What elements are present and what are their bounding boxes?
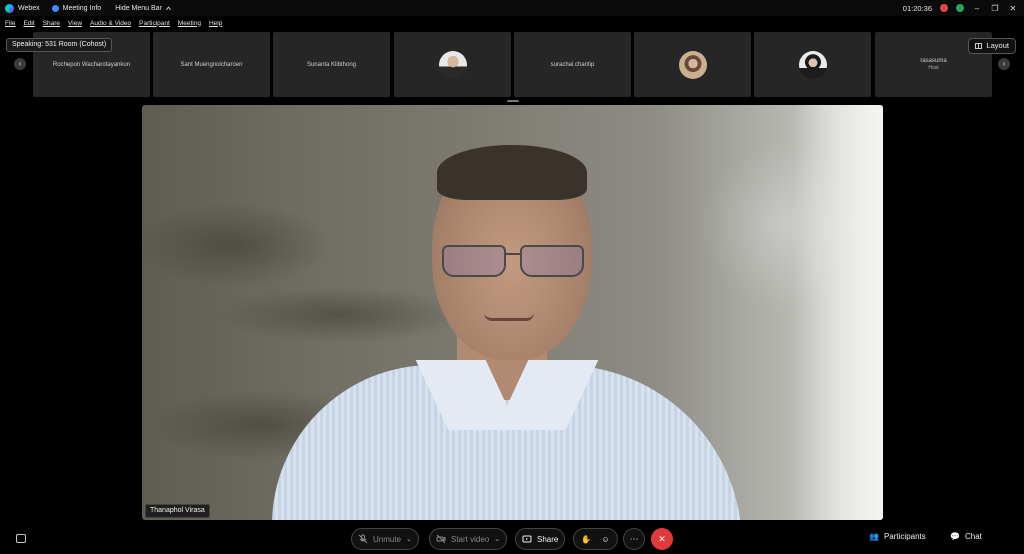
more-icon: ⋯: [629, 533, 639, 544]
window-light: [793, 105, 883, 520]
menu-edit[interactable]: Edit: [23, 20, 34, 27]
menu-share[interactable]: Share: [43, 20, 60, 27]
participant-avatar: [438, 50, 467, 79]
menu-file[interactable]: File: [5, 20, 15, 27]
app-name: Webex: [18, 4, 40, 12]
layout-icon: [975, 43, 983, 49]
menu-participant[interactable]: Participant: [139, 20, 170, 27]
participant-name: Sant Muengnoicharoen: [180, 61, 243, 68]
chevron-up-icon: [165, 5, 171, 10]
speaker-figure: [272, 145, 752, 520]
chat-button[interactable]: 💬 Chat: [950, 532, 982, 541]
share-button[interactable]: Share: [515, 528, 566, 550]
participant-avatar: [678, 50, 707, 79]
participant-tile[interactable]: [754, 32, 871, 97]
more-options-button[interactable]: ⋯: [623, 528, 645, 550]
strip-next-button[interactable]: ›: [998, 58, 1010, 70]
menu-view[interactable]: View: [68, 20, 82, 27]
participant-avatar: [798, 50, 827, 79]
participant-tile[interactable]: Sant Muengnoicharoen: [153, 32, 270, 97]
video-off-icon: [436, 534, 446, 544]
chevron-down-icon[interactable]: ⌄: [406, 535, 412, 543]
reactions-icon[interactable]: ☺: [601, 535, 609, 544]
participants-label: Participants: [883, 532, 926, 541]
glasses: [442, 245, 587, 279]
main-video[interactable]: [142, 105, 883, 520]
menu-audio-video[interactable]: Audio & Video: [90, 20, 131, 27]
share-screen-icon: [522, 535, 532, 543]
title-bar: Webex Meeting Info Hide Menu Bar 01:20:3…: [0, 0, 1024, 16]
participant-name: surachai.chantip: [550, 61, 595, 68]
menu-help[interactable]: Help: [209, 20, 222, 27]
chevron-down-icon[interactable]: ⌄: [494, 535, 500, 543]
participant-name: Rochepon Wacharotayankun: [52, 61, 131, 68]
meeting-info-label: Meeting Info: [62, 4, 102, 12]
hide-menu-bar-label: Hide Menu Bar: [115, 4, 162, 12]
close-icon: ✕: [658, 533, 666, 544]
app-title: Webex: [5, 3, 40, 13]
meeting-timer: 01:20:36: [902, 3, 932, 13]
share-label: Share: [537, 534, 559, 544]
participant-tile[interactable]: Sunanta Klibthong: [273, 32, 390, 97]
participant-tile[interactable]: [634, 32, 751, 97]
hide-menu-bar-button[interactable]: Hide Menu Bar: [115, 5, 172, 12]
recording-icon[interactable]: [940, 4, 948, 12]
chat-icon: 💬: [950, 532, 960, 541]
meeting-info-button[interactable]: Meeting Info: [51, 4, 102, 12]
menu-bar: File Edit Share View Audio & Video Parti…: [0, 16, 1024, 30]
participant-name: rasasuma: [920, 58, 947, 64]
participant-name: Sunanta Klibthong: [306, 61, 357, 68]
unmute-button[interactable]: Unmute ⌄: [351, 528, 419, 550]
webex-logo-icon: [5, 3, 14, 13]
resize-handle[interactable]: [507, 100, 519, 102]
reactions-group: ✋ ☺: [573, 528, 618, 550]
layout-button[interactable]: Layout: [968, 38, 1016, 54]
participant-tile[interactable]: [394, 32, 511, 97]
layout-label: Layout: [986, 41, 1009, 50]
menu-meeting[interactable]: Meeting: [178, 20, 201, 27]
speaking-banner: Speaking: 531 Room (Cohost): [6, 38, 113, 52]
participant-tile[interactable]: surachai.chantip: [514, 32, 631, 97]
start-video-label: Start video: [451, 534, 490, 544]
unmute-label: Unmute: [373, 534, 402, 544]
speaker-name-tag: Thanaphol Virasa: [145, 504, 210, 518]
leave-meeting-button[interactable]: ✕: [651, 528, 673, 550]
participant-role: Host: [928, 65, 939, 71]
control-bar: Unmute ⌄ Start video ⌄ Share ✋ ☺ ⋯ ✕ 👥 P…: [0, 524, 1024, 554]
connection-status-icon[interactable]: [956, 4, 964, 12]
mic-muted-icon: [358, 534, 368, 544]
raise-hand-icon[interactable]: ✋: [581, 535, 591, 544]
participants-icon: 👥: [869, 532, 879, 541]
captions-icon[interactable]: [16, 534, 26, 543]
strip-prev-button[interactable]: ‹: [14, 58, 26, 70]
minimize-icon[interactable]: –: [972, 4, 982, 13]
close-icon[interactable]: ✕: [1008, 4, 1018, 13]
chat-label: Chat: [964, 532, 982, 541]
restore-icon[interactable]: ❐: [990, 4, 1000, 13]
start-video-button[interactable]: Start video ⌄: [429, 528, 508, 550]
meeting-info-icon: [51, 4, 59, 12]
participants-button[interactable]: 👥 Participants: [869, 532, 926, 541]
